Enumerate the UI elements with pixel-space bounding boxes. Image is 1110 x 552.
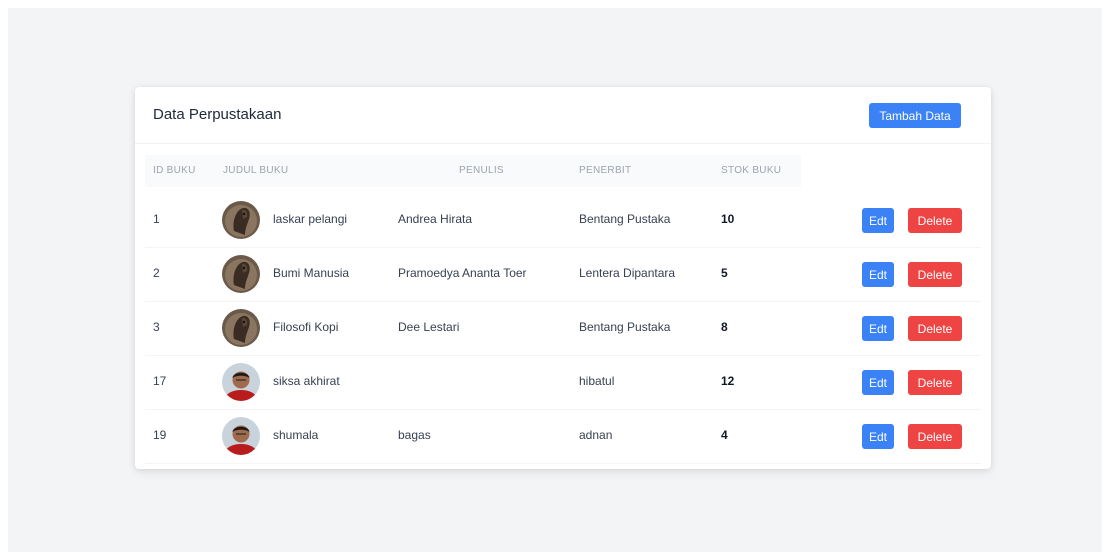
delete-button[interactable]: Delete	[908, 424, 962, 449]
table-row: 3 Filosofi Kopi Dee Lestari Bentang Pust…	[145, 301, 981, 356]
page-background: Data Perpustakaan Tambah Data ID BUKU JU…	[8, 8, 1102, 552]
avatar-horse-photo	[222, 255, 260, 293]
column-header-stock: STOK BUKU	[721, 165, 782, 176]
delete-button[interactable]: Delete	[908, 208, 962, 233]
book-author: bagas	[398, 428, 431, 442]
book-stock: 8	[721, 320, 728, 334]
book-title: Bumi Manusia	[273, 266, 350, 280]
book-publisher: hibatul	[579, 374, 615, 388]
data-card: Data Perpustakaan Tambah Data ID BUKU JU…	[135, 87, 991, 469]
book-title: laskar pelangi	[273, 212, 348, 226]
book-title: siksa akhirat	[273, 374, 340, 388]
avatar-person-photo	[222, 417, 260, 455]
book-publisher: adnan	[579, 428, 613, 442]
delete-button[interactable]: Delete	[908, 316, 962, 341]
edit-button[interactable]: Edt	[862, 208, 894, 233]
table-row: 19 shumala bagas adnan 4 Edt Delete	[145, 409, 981, 464]
book-id: 2	[153, 266, 160, 280]
table-row: 17 siksa akhirat hibatul 12 Edt Delete	[145, 355, 981, 410]
book-publisher: Bentang Pustaka	[579, 212, 671, 226]
book-id: 3	[153, 320, 160, 334]
table-row: 2 Bumi Manusia Pramoedya Ananta Toer Len…	[145, 247, 981, 302]
table-row: 1 laskar pelangi Andrea Hirata Bentang P…	[145, 193, 981, 248]
book-id: 17	[153, 374, 167, 388]
add-data-button[interactable]: Tambah Data	[869, 103, 961, 128]
book-author: Andrea Hirata	[398, 212, 473, 226]
book-title: Filosofi Kopi	[273, 320, 339, 334]
avatar-person-photo	[222, 363, 260, 401]
book-stock: 12	[721, 374, 735, 388]
table-header: ID BUKU JUDUL BUKU PENULIS PENERBIT STOK…	[145, 155, 801, 187]
edit-button[interactable]: Edt	[862, 262, 894, 287]
card-header: Data Perpustakaan Tambah Data	[135, 87, 991, 144]
column-header-id: ID BUKU	[153, 165, 196, 176]
avatar-horse-photo	[222, 309, 260, 347]
edit-button[interactable]: Edt	[862, 316, 894, 341]
edit-button[interactable]: Edt	[862, 370, 894, 395]
avatar-horse-photo	[222, 201, 260, 239]
card-title: Data Perpustakaan	[153, 106, 282, 123]
book-stock: 5	[721, 266, 728, 280]
delete-button[interactable]: Delete	[908, 262, 962, 287]
book-stock: 4	[721, 428, 728, 442]
edit-button[interactable]: Edt	[862, 424, 894, 449]
book-title: shumala	[273, 428, 319, 442]
book-stock: 10	[721, 212, 735, 226]
book-publisher: Lentera Dipantara	[579, 266, 676, 280]
column-header-author: PENULIS	[459, 165, 504, 176]
book-author: Pramoedya Ananta Toer	[398, 266, 527, 280]
book-publisher: Bentang Pustaka	[579, 320, 671, 334]
book-author: Dee Lestari	[398, 320, 460, 334]
delete-button[interactable]: Delete	[908, 370, 962, 395]
column-header-publisher: PENERBIT	[579, 165, 632, 176]
book-id: 1	[153, 212, 160, 226]
column-header-title: JUDUL BUKU	[223, 165, 289, 176]
book-id: 19	[153, 428, 167, 442]
